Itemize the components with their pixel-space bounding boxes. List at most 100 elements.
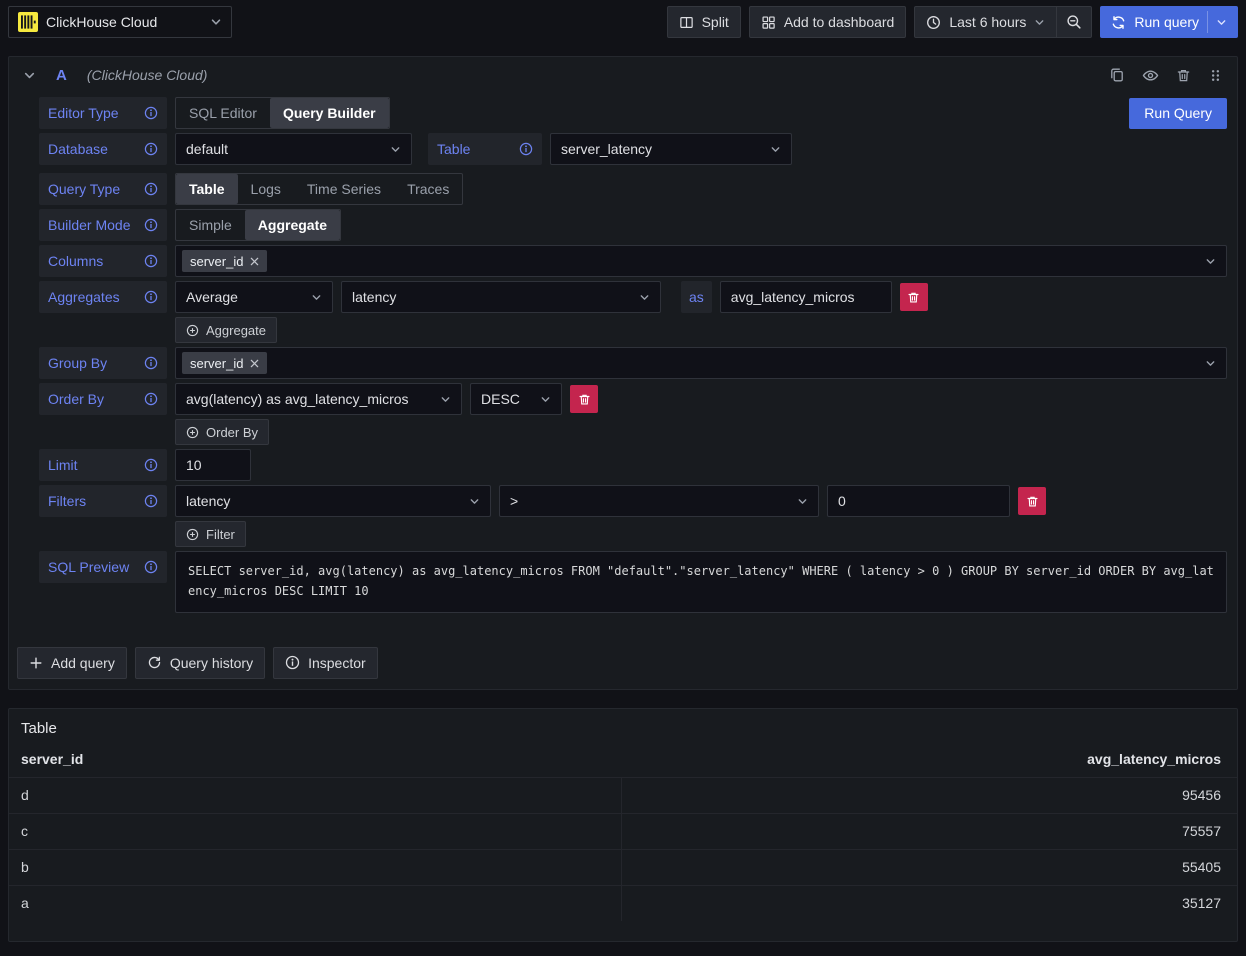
column-header-avg-latency[interactable]: avg_latency_micros: [622, 751, 1221, 767]
remove-order-by-button[interactable]: [570, 385, 598, 413]
query-ref-id[interactable]: A: [56, 67, 67, 84]
chevron-down-icon: [639, 292, 650, 303]
aggregate-function-select[interactable]: Average: [175, 281, 333, 313]
table-result-panel: Table server_id avg_latency_micros d 954…: [8, 708, 1238, 942]
chevron-down-icon: [540, 394, 551, 405]
filter-operator-select[interactable]: >: [499, 485, 819, 517]
query-editor-panel: A (ClickHouse Cloud) Editor Type SQL Edi…: [8, 56, 1238, 690]
limit-row: Limit: [39, 449, 1227, 481]
editor-type-sql-editor[interactable]: SQL Editor: [176, 98, 270, 128]
order-by-direction-select[interactable]: DESC: [470, 383, 562, 415]
query-row-header: A (ClickHouse Cloud): [9, 57, 1237, 93]
remove-tag-icon[interactable]: [250, 359, 259, 368]
collapse-chevron-icon[interactable]: [23, 69, 36, 82]
add-query-button[interactable]: Add query: [17, 647, 127, 679]
inspector-button[interactable]: Inspector: [273, 647, 378, 679]
column-header-server-id[interactable]: server_id: [21, 751, 622, 767]
info-icon[interactable]: [144, 106, 158, 120]
sql-preview-label: SQL Preview: [39, 551, 167, 583]
info-icon[interactable]: [144, 254, 158, 268]
remove-aggregate-button[interactable]: [900, 283, 928, 311]
builder-mode-row: Builder Mode Simple Aggregate: [39, 209, 1227, 241]
table-row[interactable]: c 75557: [9, 813, 1237, 849]
aggregates-label: Aggregates: [39, 281, 167, 313]
circle-plus-icon: [186, 324, 199, 337]
editor-type-query-builder[interactable]: Query Builder: [270, 98, 389, 128]
split-icon: [679, 15, 694, 30]
remove-filter-button[interactable]: [1018, 487, 1046, 515]
builder-mode-toggle: Simple Aggregate: [175, 209, 341, 241]
query-history-button[interactable]: Query history: [135, 647, 265, 679]
chevron-down-icon: [210, 16, 222, 28]
query-type-label: Query Type: [39, 173, 167, 205]
info-icon[interactable]: [144, 494, 158, 508]
info-icon[interactable]: [519, 142, 533, 156]
info-icon[interactable]: [144, 560, 158, 574]
editor-type-label: Editor Type: [39, 97, 167, 129]
editor-type-row: Editor Type SQL Editor Query Builder Run…: [39, 97, 1227, 129]
as-keyword-label: as: [681, 281, 712, 313]
query-type-time-series[interactable]: Time Series: [294, 174, 394, 204]
time-range-button[interactable]: Last 6 hours: [914, 6, 1057, 38]
database-select[interactable]: default: [175, 133, 412, 165]
limit-input[interactable]: [175, 449, 251, 481]
remove-query-icon[interactable]: [1176, 68, 1191, 83]
builder-mode-aggregate[interactable]: Aggregate: [245, 210, 340, 240]
duplicate-query-icon[interactable]: [1109, 67, 1125, 83]
chevron-down-icon: [390, 144, 401, 155]
aggregate-alias-input[interactable]: [720, 281, 892, 313]
table-row[interactable]: a 35127: [9, 885, 1237, 921]
run-query-label: Run query: [1134, 14, 1199, 30]
clock-icon: [926, 15, 941, 30]
toggle-visibility-icon[interactable]: [1142, 67, 1159, 84]
chevron-down-icon[interactable]: [1216, 17, 1227, 28]
split-button[interactable]: Split: [667, 6, 741, 38]
datasource-picker[interactable]: ClickHouse Cloud: [8, 6, 232, 38]
filter-value-input[interactable]: [827, 485, 1010, 517]
columns-multiselect[interactable]: server_id: [175, 245, 1227, 277]
chevron-down-icon: [770, 144, 781, 155]
table-row[interactable]: b 55405: [9, 849, 1237, 885]
info-icon[interactable]: [144, 458, 158, 472]
group-by-multiselect[interactable]: server_id: [175, 347, 1227, 379]
circle-plus-icon: [186, 426, 199, 439]
group-by-row: Group By server_id: [39, 347, 1227, 379]
add-aggregate-button[interactable]: Aggregate: [175, 317, 277, 343]
query-editor-actions: Add query Query history Inspector: [9, 617, 1237, 689]
info-icon[interactable]: [144, 290, 158, 304]
info-icon[interactable]: [144, 182, 158, 196]
clickhouse-logo-icon: [18, 12, 38, 32]
info-icon[interactable]: [144, 392, 158, 406]
query-type-table[interactable]: Table: [176, 174, 238, 204]
builder-mode-simple[interactable]: Simple: [176, 210, 245, 240]
order-by-field-select[interactable]: avg(latency) as avg_latency_micros: [175, 383, 462, 415]
aggregate-column-select[interactable]: latency: [341, 281, 661, 313]
drag-handle-icon[interactable]: [1208, 68, 1223, 83]
filter-column-select[interactable]: latency: [175, 485, 491, 517]
query-type-traces[interactable]: Traces: [394, 174, 462, 204]
chevron-down-icon: [1205, 256, 1216, 267]
database-label: Database: [39, 133, 167, 165]
remove-tag-icon[interactable]: [250, 257, 259, 266]
query-datasource-hint: (ClickHouse Cloud): [87, 67, 208, 83]
info-icon[interactable]: [144, 218, 158, 232]
explore-toolbar: ClickHouse Cloud Split Add to dashboard …: [0, 0, 1246, 44]
query-type-logs[interactable]: Logs: [238, 174, 294, 204]
add-order-by-button[interactable]: Order By: [175, 419, 269, 445]
table-row[interactable]: d 95456: [9, 777, 1237, 813]
table-label: Table: [428, 133, 542, 165]
run-query-button[interactable]: Run query: [1100, 6, 1238, 38]
chevron-down-icon: [469, 496, 480, 507]
add-filter-button[interactable]: Filter: [175, 521, 246, 547]
info-icon[interactable]: [144, 356, 158, 370]
order-by-row: Order By avg(latency) as avg_latency_mic…: [39, 383, 1227, 415]
table-select[interactable]: server_latency: [550, 133, 792, 165]
database-table-row: Database default Table server_latency: [39, 133, 1227, 165]
group-by-label: Group By: [39, 347, 167, 379]
add-to-dashboard-button[interactable]: Add to dashboard: [749, 6, 907, 38]
zoom-out-button[interactable]: [1056, 6, 1092, 38]
add-filter-row: Filter: [175, 521, 1227, 547]
run-query-inline-button[interactable]: Run Query: [1129, 98, 1227, 129]
info-icon[interactable]: [144, 142, 158, 156]
query-row-actions: [1109, 67, 1223, 84]
